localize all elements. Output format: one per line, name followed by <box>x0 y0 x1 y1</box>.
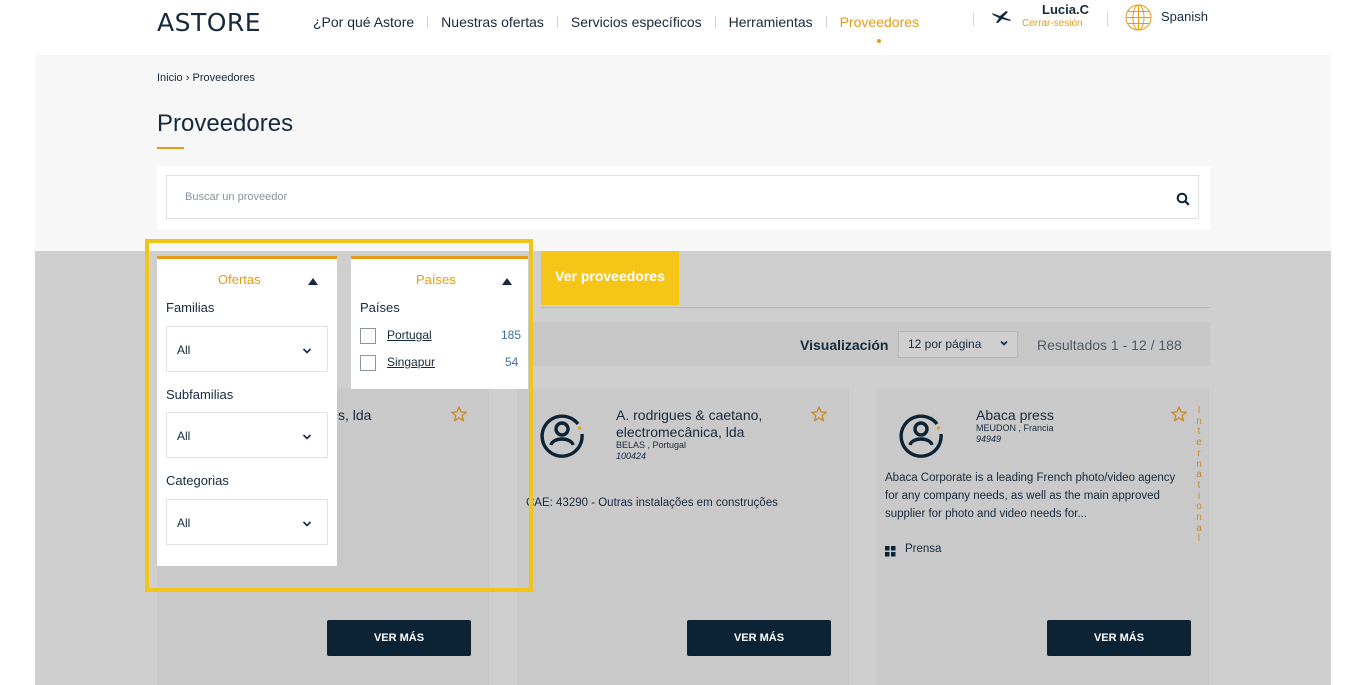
title-underline <box>157 147 184 149</box>
user-name[interactable]: Lucia.C <box>1042 2 1089 17</box>
results-count: Resultados 1 - 12 / 188 <box>1037 337 1182 353</box>
breadcrumb-current: Proveedores <box>192 72 255 84</box>
supplier-location: BELAS , Portugal <box>616 440 687 450</box>
supplier-name[interactable]: Abaca press <box>976 407 1054 424</box>
grid-icon <box>885 544 896 562</box>
header-divider <box>1107 12 1108 26</box>
filter-highlight-frame <box>145 239 533 592</box>
supplier-card: A. rodrigues & caetano, electromecânica,… <box>517 388 849 685</box>
breadcrumb-separator: › <box>185 72 190 84</box>
star-icon[interactable] <box>810 405 828 427</box>
nav-por-que-astore[interactable]: ¿Por qué Astore <box>300 12 427 32</box>
supplier-description: CAE: 43290 - Outras instalações em const… <box>526 497 778 509</box>
chevron-down-icon <box>999 337 1009 351</box>
main-nav: ¿Por qué Astore Nuestras ofertas Servici… <box>300 12 932 43</box>
star-icon[interactable] <box>1170 405 1188 427</box>
astore-logo[interactable]: ASTORE <box>157 8 261 37</box>
supplier-description: Abaca Corporate is a leading French phot… <box>885 472 1176 520</box>
supplier-card: Abaca press MEUDON , Francia 94949 Inter… <box>876 388 1209 685</box>
search-placeholder: Buscar un proveedor <box>185 191 288 203</box>
ver-mas-button[interactable]: VER MÁS <box>1047 620 1191 656</box>
supplier-name[interactable]: A. rodrigues & caetano, electromecânica,… <box>616 407 806 441</box>
search-icon[interactable] <box>1176 192 1190 211</box>
supplier-id: 94949 <box>976 434 1002 444</box>
language-selector[interactable]: Spanish <box>1161 9 1208 24</box>
category-tag: Prensa <box>905 543 942 555</box>
breadcrumb: Inicio › Proveedores <box>157 72 255 84</box>
visualization-label: Visualización <box>800 337 889 353</box>
header-divider <box>973 12 974 26</box>
international-badge: International <box>1196 405 1202 545</box>
ver-proveedores-button[interactable]: Ver proveedores <box>541 251 679 305</box>
supplier-avatar-icon <box>538 410 586 463</box>
search-input[interactable] <box>166 175 1199 219</box>
supplier-avatar-icon <box>897 410 945 463</box>
ver-mas-button[interactable]: VER MÁS <box>687 620 831 656</box>
breadcrumb-home[interactable]: Inicio <box>157 72 183 84</box>
nav-proveedores[interactable]: Proveedores <box>827 12 932 43</box>
ver-mas-button[interactable]: VER MÁS <box>327 620 471 656</box>
nav-herramientas[interactable]: Herramientas <box>716 12 826 32</box>
plane-icon <box>991 9 1013 30</box>
page-title: Proveedores <box>157 110 294 137</box>
logout-link[interactable]: Cerrar-sesión <box>1022 18 1083 29</box>
globe-icon[interactable] <box>1125 4 1152 36</box>
nav-nuestras-ofertas[interactable]: Nuestras ofertas <box>428 12 557 32</box>
divider <box>541 307 1210 308</box>
per-page-value: 12 por página <box>908 337 982 351</box>
supplier-id: 100424 <box>616 451 647 461</box>
per-page-select[interactable]: 12 por página <box>898 331 1018 358</box>
supplier-location: MEUDON , Francia <box>976 423 1054 433</box>
nav-servicios-especificos[interactable]: Servicios específicos <box>558 12 715 32</box>
